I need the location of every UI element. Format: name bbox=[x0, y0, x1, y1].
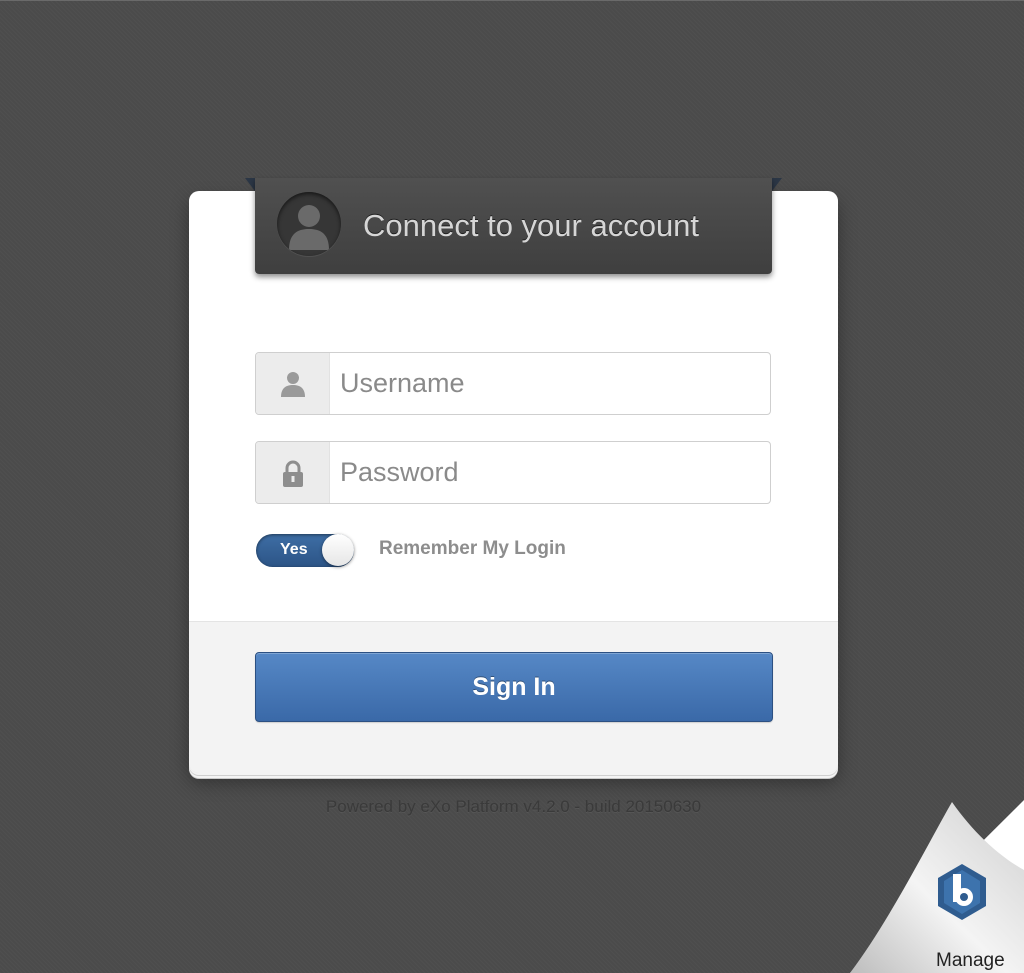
password-field bbox=[255, 441, 771, 504]
remember-label[interactable]: Remember My Login bbox=[379, 538, 566, 560]
remember-toggle[interactable]: Yes bbox=[256, 534, 354, 567]
powered-by-text: Powered by eXo Platform v4.2.0 - build 2… bbox=[325, 797, 702, 816]
username-addon bbox=[256, 353, 330, 414]
username-field bbox=[255, 352, 771, 415]
manage-page-curl[interactable] bbox=[850, 800, 1024, 973]
remember-toggle-text: Yes bbox=[280, 541, 308, 558]
password-input[interactable] bbox=[340, 442, 760, 503]
lock-icon bbox=[283, 460, 303, 487]
remember-toggle-knob bbox=[322, 534, 354, 566]
username-input[interactable] bbox=[340, 353, 760, 414]
password-addon bbox=[256, 442, 330, 503]
login-title: Connect to your account bbox=[363, 208, 700, 243]
ribbon-right-fold bbox=[772, 178, 782, 191]
user-avatar-icon bbox=[277, 192, 341, 256]
sign-in-button[interactable]: Sign In bbox=[255, 652, 773, 722]
window-top-border bbox=[0, 0, 1024, 1]
user-icon bbox=[281, 372, 305, 397]
ribbon-left-fold bbox=[245, 178, 255, 191]
login-card: Yes Remember My Login Sign In bbox=[189, 191, 838, 773]
manage-label[interactable]: Manage bbox=[936, 950, 1005, 972]
login-header-ribbon: Connect to your account bbox=[255, 178, 772, 274]
